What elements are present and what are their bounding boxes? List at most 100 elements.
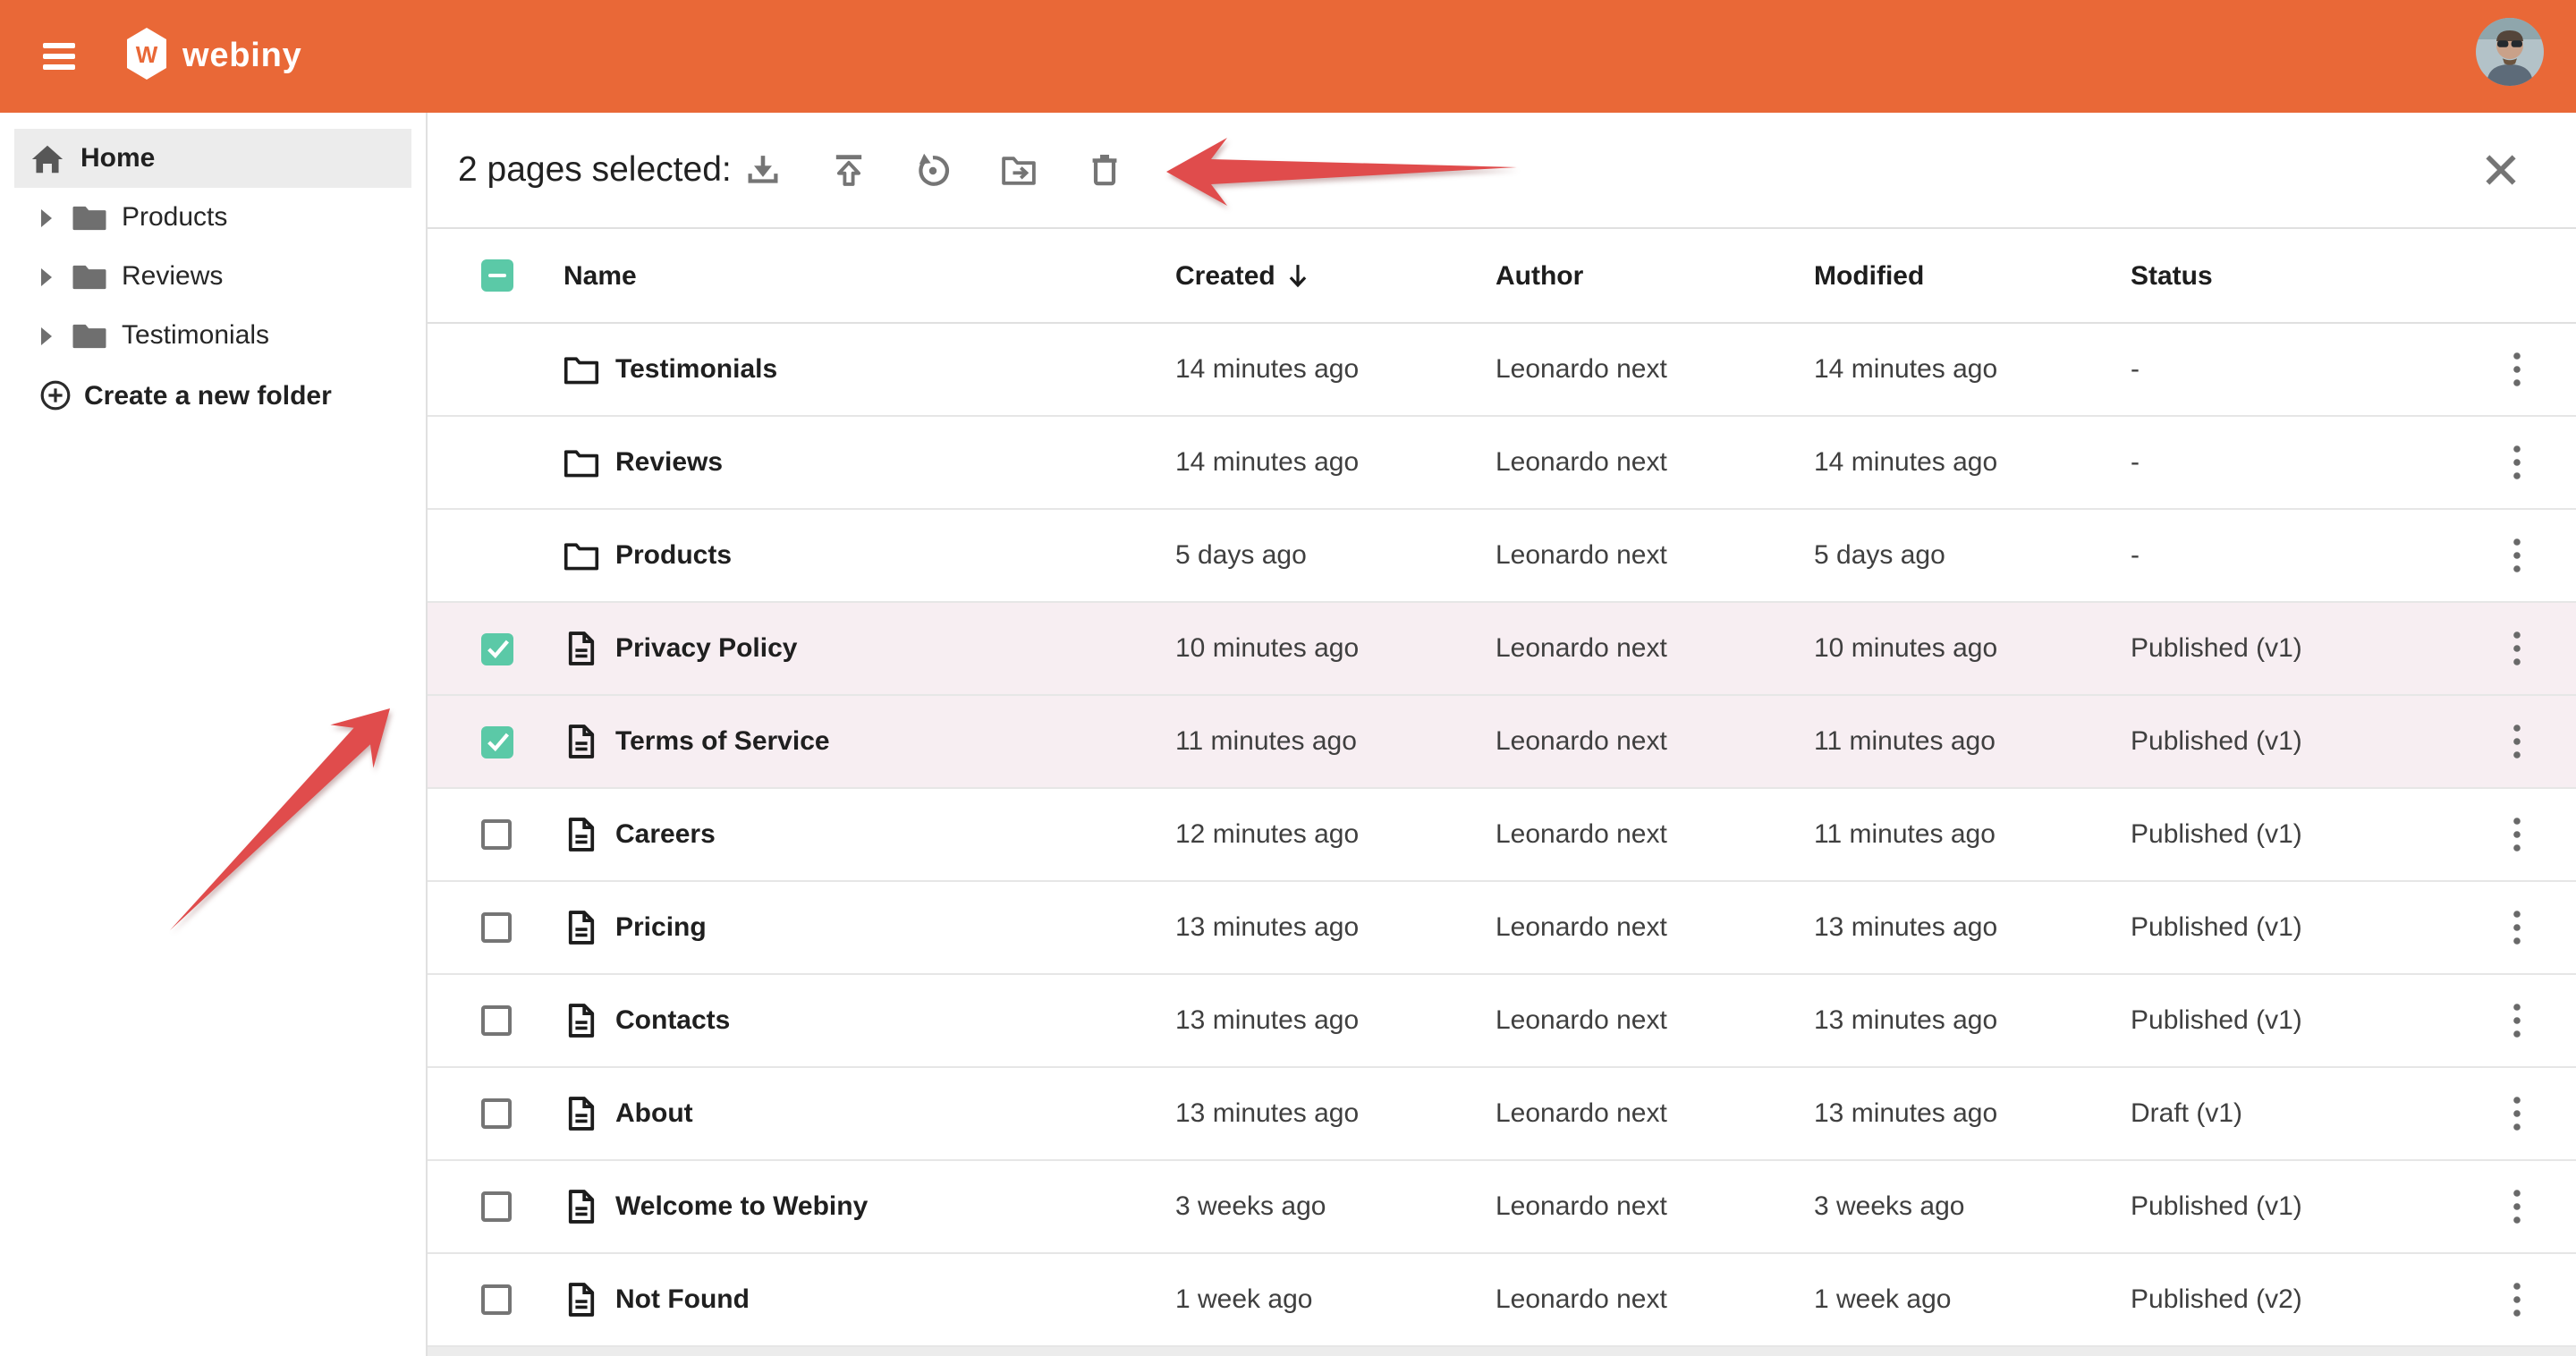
sort-descending-icon	[1286, 262, 1309, 289]
row-name[interactable]: Not Found	[615, 1284, 750, 1315]
kebab-menu-icon[interactable]	[2501, 902, 2533, 953]
row-created: 11 minutes ago	[1175, 726, 1496, 757]
table-row[interactable]: Contacts 13 minutes ago Leonardo next 13…	[428, 975, 2576, 1068]
row-name[interactable]: Welcome to Webiny	[615, 1191, 868, 1222]
row-created: 13 minutes ago	[1175, 1005, 1496, 1036]
row-name[interactable]: Contacts	[615, 1005, 730, 1036]
sidebar-item-testimonials[interactable]: Testimonials	[0, 306, 428, 365]
kebab-menu-icon[interactable]	[2501, 1088, 2533, 1140]
kebab-menu-icon[interactable]	[2501, 1274, 2533, 1326]
column-header-modified[interactable]: Modified	[1814, 260, 2131, 291]
table-row[interactable]: Testimonials 14 minutes ago Leonardo nex…	[428, 324, 2576, 417]
row-checkbox[interactable]	[481, 819, 512, 850]
row-type-icon	[564, 540, 599, 571]
row-checkbox[interactable]	[481, 1284, 512, 1315]
brand-wordmark: webiny	[182, 0, 302, 113]
row-name[interactable]: Products	[615, 540, 732, 571]
row-type-icon	[564, 723, 599, 760]
row-checkbox[interactable]	[481, 1005, 512, 1036]
table-row[interactable]: Reviews 14 minutes ago Leonardo next 14 …	[428, 417, 2576, 510]
app-window: W webiny Home	[0, 0, 2576, 1356]
row-status: Published (v1)	[2131, 726, 2501, 757]
kebab-menu-icon[interactable]	[2501, 530, 2533, 581]
row-name[interactable]: Careers	[615, 819, 716, 850]
folder-icon	[72, 321, 107, 350]
caret-right-icon[interactable]	[41, 267, 52, 285]
row-name[interactable]: Terms of Service	[615, 726, 830, 757]
sidebar-item-home[interactable]: Home	[14, 129, 411, 188]
row-checkbox[interactable]	[481, 632, 513, 665]
kebab-menu-icon[interactable]	[2501, 623, 2533, 674]
column-header-created[interactable]: Created	[1175, 260, 1496, 291]
column-header-status[interactable]: Status	[2131, 260, 2501, 291]
delete-button[interactable]	[1082, 148, 1125, 191]
plus-circle-icon	[39, 379, 72, 411]
sidebar-item-reviews[interactable]: Reviews	[0, 247, 428, 306]
publish-button[interactable]	[826, 148, 869, 191]
row-modified: 14 minutes ago	[1814, 447, 2131, 478]
close-selection-button[interactable]	[2485, 154, 2517, 186]
table-row[interactable]: Products 5 days ago Leonardo next 5 days…	[428, 510, 2576, 603]
row-modified: 14 minutes ago	[1814, 354, 2131, 385]
kebab-menu-icon[interactable]	[2501, 343, 2533, 395]
select-all-checkbox-indeterminate[interactable]	[481, 259, 513, 292]
table-row[interactable]: Welcome to Webiny 3 weeks ago Leonardo n…	[428, 1161, 2576, 1254]
row-author: Leonardo next	[1496, 819, 1814, 850]
folder-icon	[564, 354, 599, 385]
row-type-icon	[564, 354, 599, 385]
user-avatar[interactable]	[2476, 18, 2544, 86]
hamburger-menu-icon[interactable]	[43, 43, 75, 70]
folder-icon	[72, 203, 107, 232]
row-status: -	[2131, 540, 2501, 571]
create-new-folder-button[interactable]: Create a new folder	[0, 369, 428, 422]
caret-right-icon[interactable]	[41, 326, 52, 344]
svg-text:W: W	[136, 41, 158, 68]
row-created: 14 minutes ago	[1175, 354, 1496, 385]
row-created: 3 weeks ago	[1175, 1191, 1496, 1222]
caret-right-icon[interactable]	[41, 208, 52, 226]
table-row[interactable]: Privacy Policy 10 minutes ago Leonardo n…	[428, 603, 2576, 696]
kebab-menu-icon[interactable]	[2501, 809, 2533, 860]
move-to-folder-button[interactable]	[996, 148, 1039, 191]
table-row[interactable]: Terms of Service 11 minutes ago Leonardo…	[428, 696, 2576, 789]
kebab-menu-icon[interactable]	[2501, 995, 2533, 1047]
row-name[interactable]: Pricing	[615, 912, 707, 943]
row-checkbox[interactable]	[481, 912, 512, 943]
row-author: Leonardo next	[1496, 1098, 1814, 1129]
download-button[interactable]	[741, 148, 784, 191]
kebab-menu-icon[interactable]	[2501, 1181, 2533, 1233]
row-modified: 11 minutes ago	[1814, 726, 2131, 757]
row-checkbox[interactable]	[481, 1191, 512, 1222]
restore-button[interactable]	[911, 148, 953, 191]
table-row[interactable]: Not Found 1 week ago Leonardo next 1 wee…	[428, 1254, 2576, 1347]
kebab-menu-icon[interactable]	[2501, 716, 2533, 767]
sidebar-home-label: Home	[80, 143, 155, 174]
restore-icon	[911, 149, 953, 191]
table-row[interactable]: About 13 minutes ago Leonardo next 13 mi…	[428, 1068, 2576, 1161]
sidebar: Home Products Reviews Testimonials	[0, 113, 428, 1356]
row-name[interactable]: Reviews	[615, 447, 723, 478]
row-type-icon	[564, 909, 599, 946]
table-row[interactable]: Pricing 13 minutes ago Leonardo next 13 …	[428, 882, 2576, 975]
sidebar-folder-label: Reviews	[122, 261, 223, 292]
row-author: Leonardo next	[1496, 447, 1814, 478]
table-row[interactable]: Careers 12 minutes ago Leonardo next 11 …	[428, 789, 2576, 882]
kebab-menu-icon[interactable]	[2501, 436, 2533, 488]
row-author: Leonardo next	[1496, 540, 1814, 571]
row-name[interactable]: About	[615, 1098, 693, 1129]
sidebar-item-products[interactable]: Products	[0, 188, 428, 247]
row-checkbox[interactable]	[481, 1098, 512, 1129]
table-body: Testimonials 14 minutes ago Leonardo nex…	[428, 324, 2576, 1347]
row-created: 13 minutes ago	[1175, 912, 1496, 943]
row-name[interactable]: Privacy Policy	[615, 633, 797, 664]
column-header-name[interactable]: Name	[564, 260, 1175, 291]
row-author: Leonardo next	[1496, 912, 1814, 943]
row-name[interactable]: Testimonials	[615, 354, 777, 385]
row-type-icon	[564, 1281, 599, 1318]
download-icon	[741, 149, 783, 191]
row-status: Published (v1)	[2131, 1191, 2501, 1222]
row-checkbox[interactable]	[481, 725, 513, 758]
column-header-author[interactable]: Author	[1496, 260, 1814, 291]
row-status: Published (v1)	[2131, 1005, 2501, 1036]
row-status: -	[2131, 447, 2501, 478]
